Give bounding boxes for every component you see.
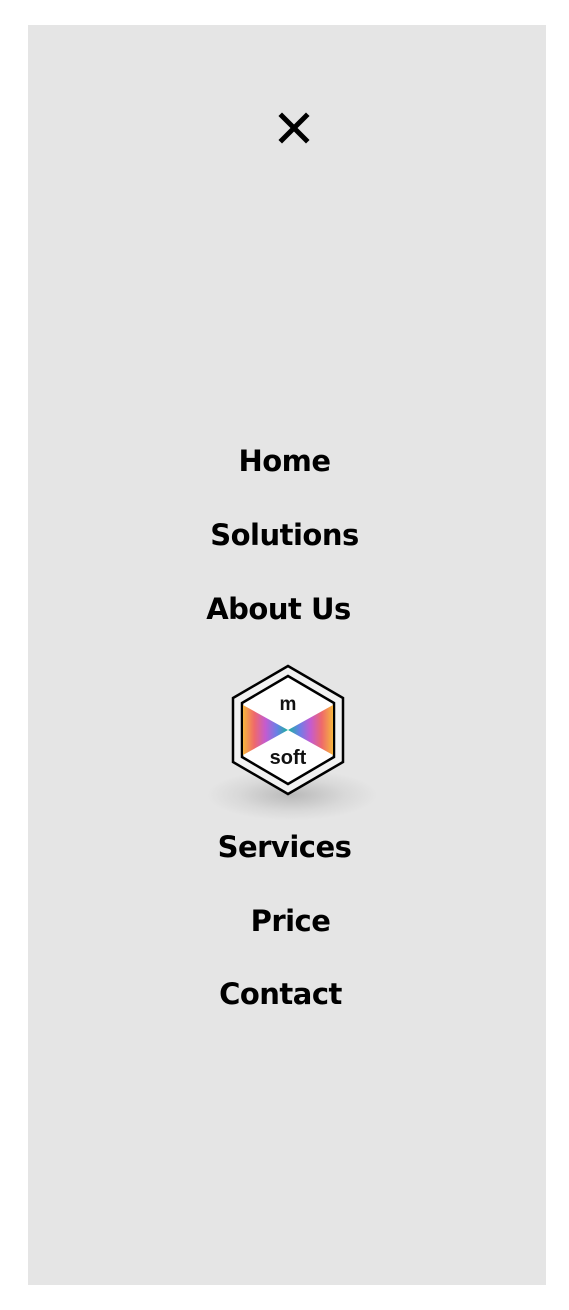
msoft-logo[interactable]: m soft xyxy=(228,662,348,798)
nav-link-about-us[interactable]: About Us xyxy=(0,591,563,627)
nav-link-price[interactable]: Price xyxy=(6,903,569,939)
close-icon[interactable] xyxy=(278,112,310,144)
nav-link-solutions[interactable]: Solutions xyxy=(0,517,569,553)
nav-link-home[interactable]: Home xyxy=(0,443,569,479)
logo-text-m: m xyxy=(280,694,297,715)
nav-link-contact[interactable]: Contact xyxy=(0,976,565,1012)
nav-link-services[interactable]: Services xyxy=(0,829,569,865)
mobile-menu-panel xyxy=(28,25,546,1285)
logo-text-soft: soft xyxy=(270,747,307,769)
